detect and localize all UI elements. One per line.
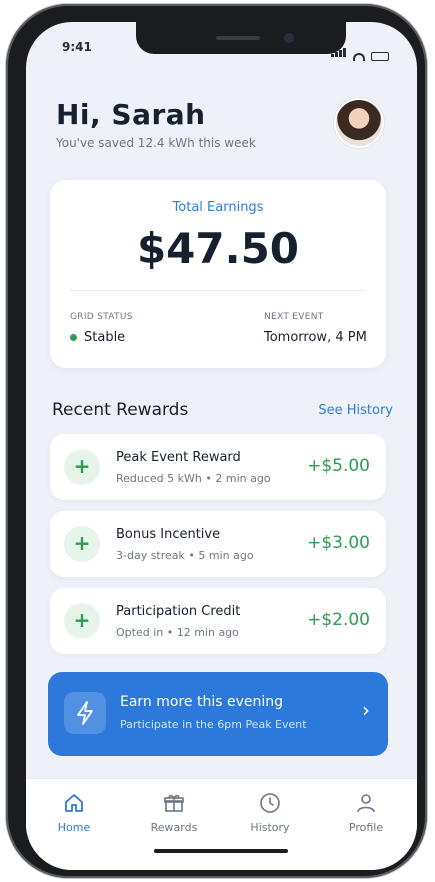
camera xyxy=(284,33,294,43)
reward-subtitle: Reduced 5 kWh • 2 min ago xyxy=(116,472,271,485)
divider xyxy=(70,290,366,291)
reward-amount: +$5.00 xyxy=(307,456,370,476)
reward-item[interactable]: + Peak Event Reward Reduced 5 kWh • 2 mi… xyxy=(50,434,386,500)
status-icons xyxy=(331,42,389,61)
grid-status-label: GRID STATUS xyxy=(70,312,133,322)
reward-amount: +$3.00 xyxy=(307,533,370,553)
clock-icon xyxy=(260,793,280,813)
reward-subtitle: 3-day streak • 5 min ago xyxy=(116,549,254,562)
tab-profile[interactable]: Profile xyxy=(326,791,406,834)
see-history-link[interactable]: See History xyxy=(318,403,393,418)
reward-title: Bonus Incentive xyxy=(116,527,221,542)
section-title: Recent Rewards xyxy=(52,400,189,420)
tab-label: History xyxy=(250,821,290,834)
battery-icon xyxy=(371,52,389,61)
status-time: 9:41 xyxy=(62,40,92,54)
grid-status-text: Stable xyxy=(84,330,126,345)
tab-label: Rewards xyxy=(150,821,198,834)
phone-frame: 9:41 Hi, Sarah You've saved 12.4 kWh thi… xyxy=(6,4,427,878)
plus-icon: + xyxy=(64,603,100,639)
home-icon xyxy=(65,794,83,812)
wifi-icon xyxy=(353,53,365,61)
plus-icon: + xyxy=(64,449,100,485)
promo-title: Earn more this evening xyxy=(120,694,284,710)
next-event-label: NEXT EVENT xyxy=(264,312,324,322)
notch xyxy=(136,22,346,54)
app-screen: 9:41 Hi, Sarah You've saved 12.4 kWh thi… xyxy=(26,22,417,870)
savings-subtitle: You've saved 12.4 kWh this week xyxy=(56,136,256,150)
promo-banner[interactable]: Earn more this evening Participate in th… xyxy=(48,672,388,756)
reward-title: Participation Credit xyxy=(116,604,241,619)
reward-subtitle: Opted in • 12 min ago xyxy=(116,626,239,639)
speaker xyxy=(216,36,260,40)
lightning-icon xyxy=(64,692,106,734)
promo-subtitle: Participate in the 6pm Peak Event xyxy=(120,718,307,731)
tab-home[interactable]: Home xyxy=(34,791,114,834)
reward-item[interactable]: + Participation Credit Opted in • 12 min… xyxy=(50,588,386,654)
tab-rewards[interactable]: Rewards xyxy=(134,791,214,834)
reward-amount: +$2.00 xyxy=(307,610,370,630)
next-event-value: Tomorrow, 4 PM xyxy=(264,330,367,345)
status-dot-icon xyxy=(70,334,77,341)
earnings-label: Total Earnings xyxy=(172,200,264,215)
tab-bar: Home Rewards History Profile xyxy=(26,778,417,870)
avatar[interactable] xyxy=(336,100,382,146)
plus-icon: + xyxy=(64,526,100,562)
earnings-value: $47.50 xyxy=(136,224,300,273)
grid-status-value: Stable xyxy=(70,330,125,345)
person-icon xyxy=(357,794,375,813)
gift-icon xyxy=(164,794,184,812)
home-indicator xyxy=(154,849,288,853)
signal-icon xyxy=(331,42,347,61)
greeting-title: Hi, Sarah xyxy=(56,98,206,131)
chevron-right-icon: › xyxy=(362,698,370,722)
reward-title: Peak Event Reward xyxy=(116,450,241,465)
tab-history[interactable]: History xyxy=(230,791,310,834)
tab-label: Profile xyxy=(348,821,384,834)
reward-item[interactable]: + Bonus Incentive 3-day streak • 5 min a… xyxy=(50,511,386,577)
earnings-card: Total Earnings $47.50 GRID STATUS Stable… xyxy=(50,180,386,368)
tab-label: Home xyxy=(57,821,91,834)
